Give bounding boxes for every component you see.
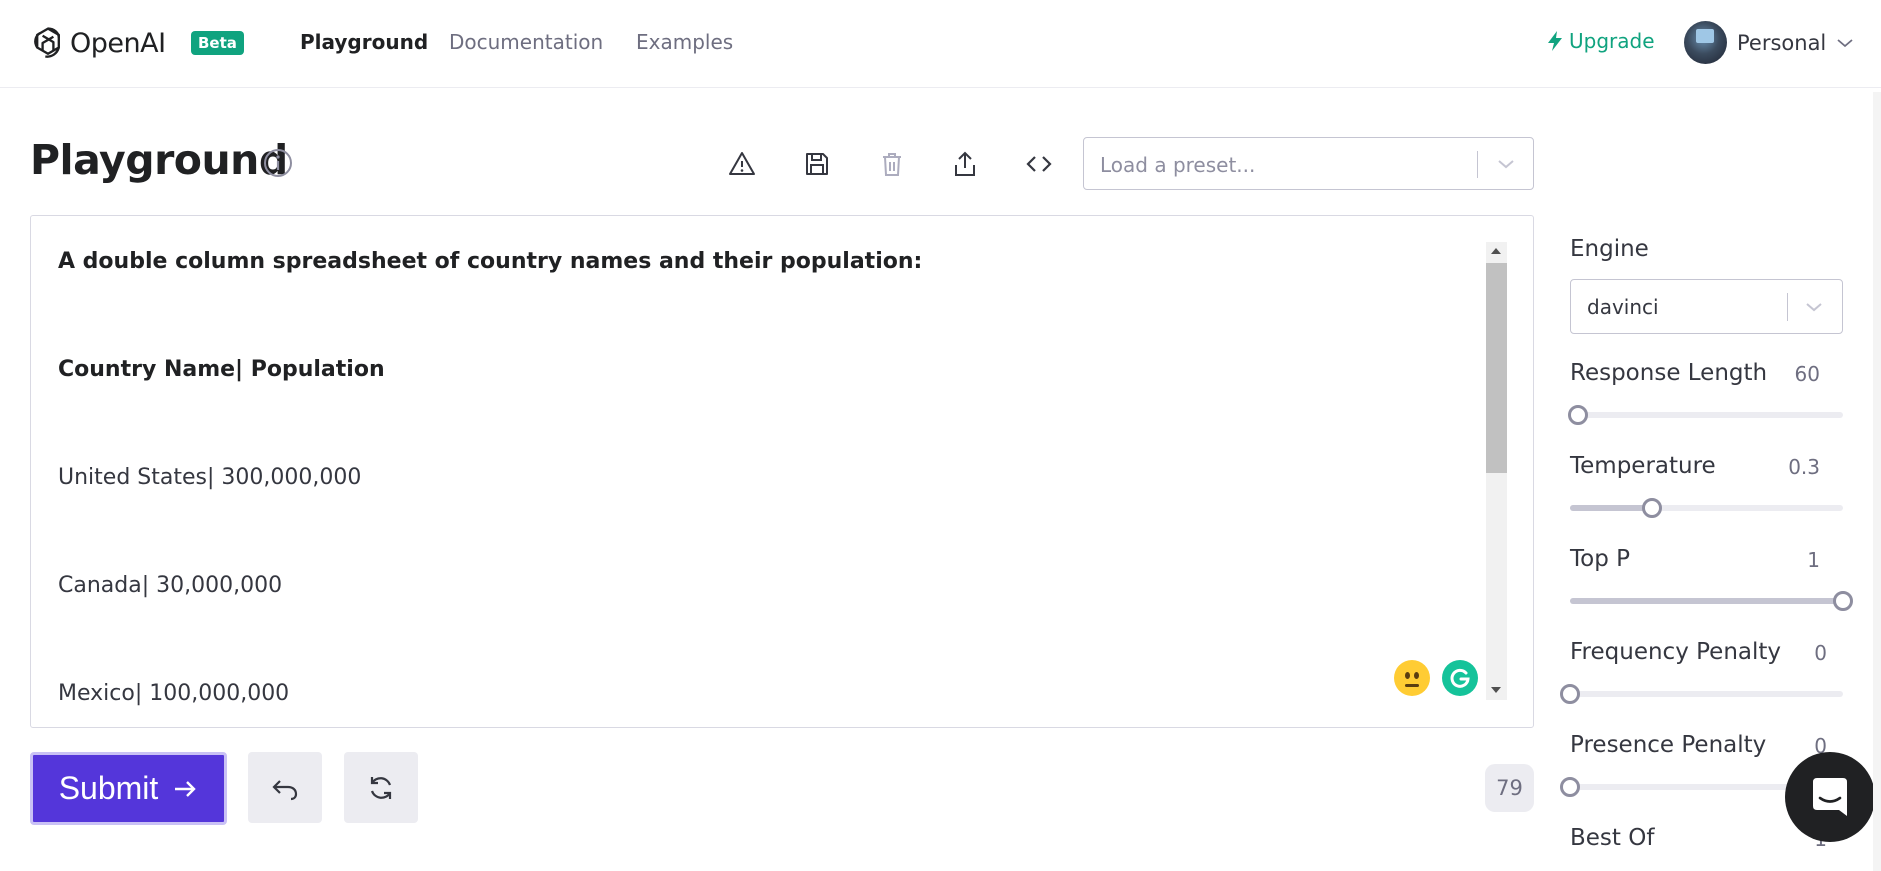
prompt-line: A double column spreadsheet of country n… xyxy=(58,249,923,274)
slider-fill xyxy=(1570,598,1843,604)
prompt-text[interactable]: A double column spreadsheet of country n… xyxy=(58,244,1198,727)
prompt-line: Mexico| 100,000,000 xyxy=(58,681,290,706)
scroll-up-icon[interactable] xyxy=(1491,248,1501,254)
chevron-down-icon xyxy=(1837,39,1853,48)
temperature-slider[interactable] xyxy=(1570,498,1843,518)
slider-thumb[interactable] xyxy=(1560,684,1580,704)
account-menu[interactable]: Personal xyxy=(1737,31,1854,55)
token-count: 79 xyxy=(1485,764,1534,812)
top-p-label: Top P xyxy=(1570,546,1630,572)
nav-examples[interactable]: Examples xyxy=(636,30,733,54)
response-length-slider[interactable] xyxy=(1568,405,1843,425)
grammarly-g-icon xyxy=(1450,668,1470,688)
openai-logo-icon xyxy=(34,27,60,58)
temperature-label: Temperature xyxy=(1570,453,1716,479)
brand-name: OpenAI xyxy=(70,27,166,59)
editor-scrollbar[interactable] xyxy=(1486,242,1507,700)
preset-divider xyxy=(1477,151,1478,178)
response-length-value[interactable]: 60 xyxy=(1760,362,1820,386)
trash-icon xyxy=(883,153,901,176)
presence-penalty-label: Presence Penalty xyxy=(1570,732,1767,758)
frequency-penalty-slider[interactable] xyxy=(1560,684,1843,704)
chevron-down-icon xyxy=(1806,303,1822,312)
top-nav: OpenAI Beta Playground Documentation Exa… xyxy=(0,0,1881,88)
nav-playground[interactable]: Playground xyxy=(300,30,428,54)
save-icon xyxy=(806,153,828,175)
slider-thumb[interactable] xyxy=(1641,498,1662,518)
emoji-mouth xyxy=(1405,684,1419,687)
upgrade-link[interactable]: Upgrade xyxy=(1545,29,1655,53)
share-icon xyxy=(955,151,975,176)
chat-bubble-icon xyxy=(1813,778,1847,816)
code-icon xyxy=(1026,156,1052,172)
best-of-label: Best Of xyxy=(1570,825,1655,851)
beta-badge: Beta xyxy=(191,31,244,55)
chevron-down-icon xyxy=(1498,160,1514,169)
slider-thumb[interactable] xyxy=(1833,591,1853,611)
submit-button[interactable]: Submit xyxy=(30,752,227,825)
scroll-thumb[interactable] xyxy=(1486,263,1507,473)
top-p-value[interactable]: 1 xyxy=(1760,548,1820,572)
response-length-label: Response Length xyxy=(1570,360,1768,386)
nav-documentation[interactable]: Documentation xyxy=(449,30,603,54)
temperature-value[interactable]: 0.3 xyxy=(1760,455,1820,479)
content-filter-button[interactable] xyxy=(724,146,760,182)
frequency-penalty-value[interactable]: 0 xyxy=(1767,641,1827,665)
preset-select[interactable]: Load a preset... xyxy=(1083,137,1534,190)
info-icon[interactable] xyxy=(263,148,293,178)
engine-select[interactable]: davinci xyxy=(1570,279,1843,334)
view-code-button[interactable] xyxy=(1021,146,1057,182)
page-scrollbar[interactable] xyxy=(1873,92,1881,871)
share-button[interactable] xyxy=(947,146,983,182)
save-button[interactable] xyxy=(799,146,835,182)
top-p-slider[interactable] xyxy=(1570,591,1853,611)
engine-value: davinci xyxy=(1587,295,1659,319)
frequency-penalty-label: Frequency Penalty xyxy=(1570,639,1782,665)
arrow-right-icon xyxy=(175,780,196,797)
page-title: Playground xyxy=(30,136,288,184)
warning-icon xyxy=(729,152,755,175)
slider-fill xyxy=(1570,505,1652,511)
slider-thumb[interactable] xyxy=(1560,777,1580,797)
neutral-face-icon[interactable] xyxy=(1394,660,1430,696)
undo-button[interactable] xyxy=(248,752,322,823)
grammarly-icon[interactable] xyxy=(1442,660,1478,696)
engine-divider xyxy=(1787,293,1788,321)
scroll-down-icon[interactable] xyxy=(1491,687,1501,693)
slider-thumb[interactable] xyxy=(1568,405,1589,425)
delete-button[interactable] xyxy=(874,146,910,182)
engine-label: Engine xyxy=(1570,236,1649,262)
upgrade-label: Upgrade xyxy=(1569,29,1655,53)
regenerate-button[interactable] xyxy=(344,752,418,823)
account-label: Personal xyxy=(1737,31,1827,55)
avatar[interactable] xyxy=(1684,21,1727,64)
openai-logo[interactable]: OpenAI xyxy=(30,24,166,62)
prompt-line: Canada| 30,000,000 xyxy=(58,573,283,598)
prompt-line: United States| 300,000,000 xyxy=(58,465,362,490)
preset-placeholder: Load a preset... xyxy=(1100,153,1256,177)
undo-icon xyxy=(272,779,298,800)
chat-launcher-button[interactable] xyxy=(1785,752,1875,842)
prompt-editor[interactable]: A double column spreadsheet of country n… xyxy=(30,215,1534,728)
submit-label: Submit xyxy=(58,770,159,806)
lightning-icon xyxy=(1548,31,1562,51)
refresh-icon xyxy=(370,776,392,799)
prompt-line: Country Name| Population xyxy=(58,357,385,382)
